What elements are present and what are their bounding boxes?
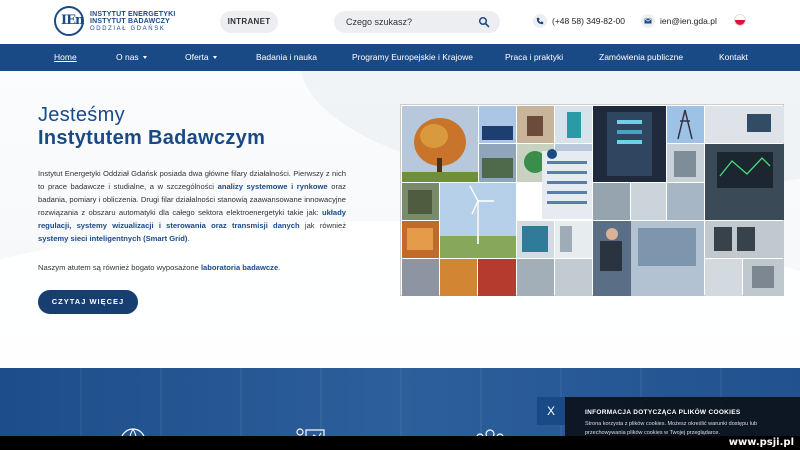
cookie-close-button[interactable]: X [537,397,565,425]
hero-title-line1: Jesteśmy [38,104,125,126]
logo-mark-icon: IEn [54,6,84,36]
watermark-text: www.psji.pl [728,437,794,448]
nav-item-kontakt[interactable]: Kontakt [719,44,748,71]
nav-item-zamowienia[interactable]: Zamówienia publiczne [599,44,683,71]
search-input[interactable] [346,14,466,30]
chevron-down-icon [142,56,147,60]
nav-item-badania[interactable]: Badania i nauka [256,44,317,71]
mail-icon [641,14,655,28]
link-laboratoria[interactable]: laboratoria badawcze [201,263,278,272]
email-contact[interactable]: ien@ien.gda.pl [641,14,717,28]
main-nav: Home O nas Oferta Badania i nauka Progra… [0,44,800,71]
collage-image [402,106,784,296]
email-address: ien@ien.gda.pl [660,16,717,26]
watermark-bar [0,436,800,450]
nav-item-programy[interactable]: Programy Europejskie i Krajowe [352,44,473,71]
search-box [334,11,500,33]
cookie-title: INFORMACJA DOTYCZĄCA PLIKÓW COOKIES [585,409,741,416]
logo-line2: INSTYTUT BADAWCZY [90,17,171,25]
photo-collage [400,104,784,296]
read-more-button[interactable]: CZYTAJ WIĘCEJ [38,290,138,314]
hero-paragraph-1: Instytut Energetyki Oddział Gdańsk posia… [38,169,347,243]
phone-contact[interactable]: (+48 58) 349-82-00 [533,14,625,28]
chevron-down-icon [212,56,217,60]
link-smart-grid[interactable]: systemy sieci inteligentnych (Smart Grid… [38,234,187,243]
nav-item-praca[interactable]: Praca i praktyki [505,44,563,71]
phone-number: (+48 58) 349-82-00 [552,16,626,26]
polish-flag-icon[interactable] [734,14,746,26]
hero-paragraph-2: Naszym atutem są również bogato wyposażo… [38,263,281,272]
nav-item-home[interactable]: Home [54,44,77,71]
logo-line1: INSTYTUT ENERGETYKI [90,10,176,18]
link-analizy[interactable]: analizy systemowe i rynkowe [218,182,328,191]
logo[interactable]: IEn INSTYTUT ENERGETYKI INSTYTUT BADAWCZ… [54,6,175,36]
hero-section: Jesteśmy Instytutem Badawczym Instytut E… [0,71,800,368]
hero-title-line2: Instytutem Badawczym [38,127,266,149]
intranet-button[interactable]: INTRANET [220,11,278,33]
phone-icon [533,14,547,28]
search-icon[interactable] [478,16,490,28]
logo-text: INSTYTUT ENERGETYKI INSTYTUT BADAWCZY OD… [90,11,175,32]
nav-item-oferta[interactable]: Oferta [185,44,217,71]
logo-line3: ODDZIAŁ GDAŃSK [90,25,166,32]
nav-item-o-nas[interactable]: O nas [116,44,147,71]
header: IEn INSTYTUT ENERGETYKI INSTYTUT BADAWCZ… [0,0,800,44]
